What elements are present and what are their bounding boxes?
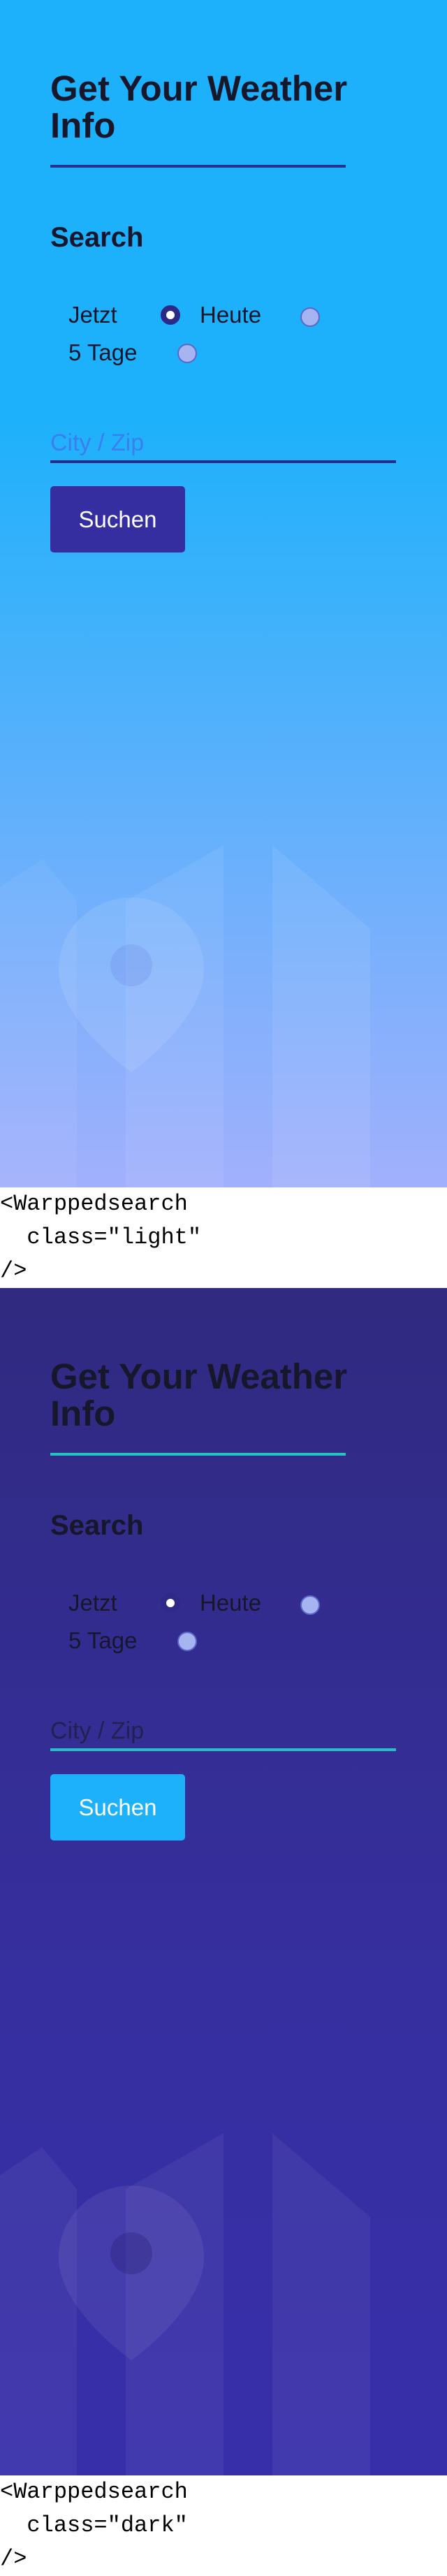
title-underline — [50, 165, 346, 168]
city-zip-input[interactable] — [50, 1713, 396, 1751]
radio-label-heute: Heute — [200, 1590, 262, 1616]
page-title: Get Your Weather Info — [50, 68, 348, 145]
search-form: Get Your Weather Info Search Jetzt Heute… — [50, 1358, 400, 1840]
radio-5-tage[interactable] — [177, 344, 197, 363]
map-pin-icon — [0, 845, 370, 1187]
search-button[interactable]: Suchen — [50, 1774, 185, 1840]
title-underline — [50, 1453, 346, 1456]
radio-label-jetzt: Jetzt — [68, 1590, 117, 1616]
radio-jetzt[interactable] — [161, 1593, 180, 1613]
map-pin-icon — [0, 2133, 370, 2475]
search-button[interactable]: Suchen — [50, 486, 185, 552]
forecast-range-radio-group: Jetzt Heute 5 Tage — [50, 298, 400, 375]
radio-label-heute: Heute — [200, 302, 262, 328]
search-heading: Search — [50, 222, 144, 253]
radio-heute[interactable] — [300, 307, 320, 327]
radio-5-tage[interactable] — [177, 1632, 197, 1651]
search-heading: Search — [50, 1510, 144, 1541]
weather-search-dark-panel: Get Your Weather Info Search Jetzt Heute… — [0, 1288, 447, 2475]
radio-heute[interactable] — [300, 1595, 320, 1615]
radio-jetzt[interactable] — [161, 305, 180, 325]
dark-variant-code-snippet: <Warppedsearch class="dark" /> — [0, 2475, 447, 2576]
city-zip-input[interactable] — [50, 425, 396, 463]
search-form: Get Your Weather Info Search Jetzt Heute… — [50, 70, 400, 552]
page-title: Get Your Weather Info — [50, 1356, 348, 1433]
light-variant-code-snippet: <Warppedsearch class="light" /> — [0, 1187, 447, 1288]
radio-label-5-tage: 5 Tage — [68, 339, 138, 365]
weather-search-light-panel: Get Your Weather Info Search Jetzt Heute… — [0, 0, 447, 1187]
forecast-range-radio-group: Jetzt Heute 5 Tage — [50, 1586, 400, 1663]
radio-label-jetzt: Jetzt — [68, 302, 117, 328]
radio-label-5-tage: 5 Tage — [68, 1627, 138, 1653]
